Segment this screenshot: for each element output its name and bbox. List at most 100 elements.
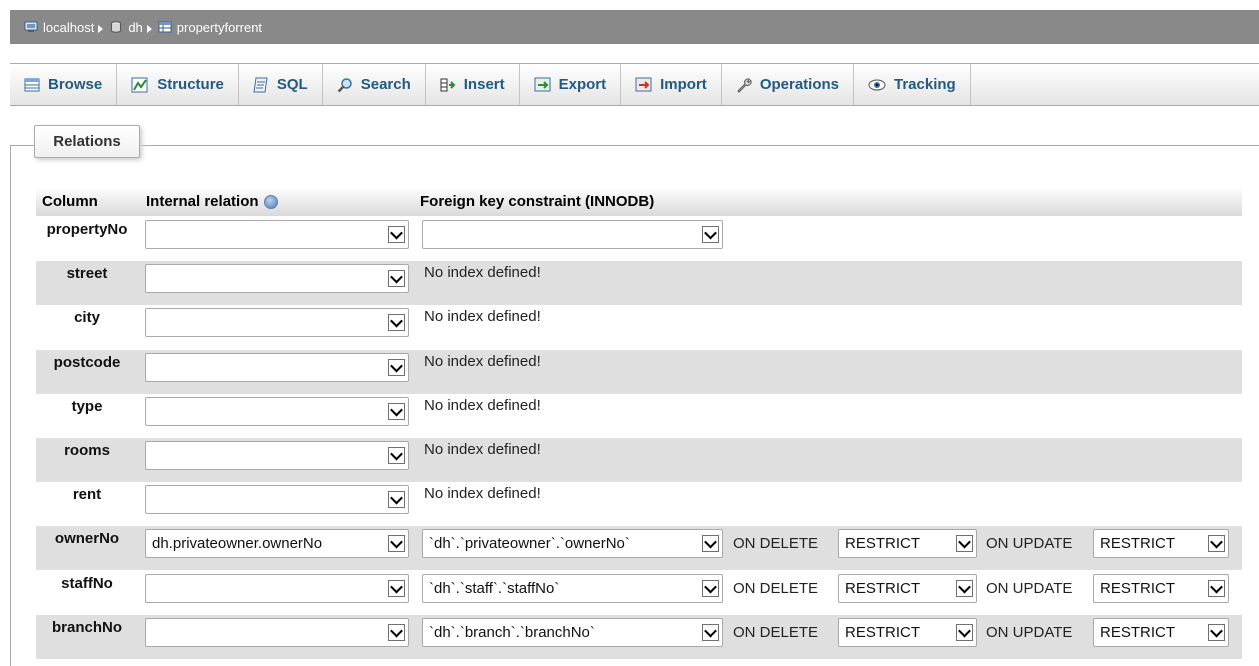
tab-tracking-label: Tracking (894, 76, 956, 93)
tab-tracking[interactable]: Tracking (854, 64, 971, 105)
column-name: street (66, 265, 108, 282)
header-internal-label: Internal relation (146, 193, 259, 210)
database-icon (111, 21, 122, 33)
relation-row: ownerNo dh.privateowner.ownerNo `dh`.`priv… (36, 526, 1242, 570)
tab-search[interactable]: Search (323, 64, 426, 105)
chevron-down-icon (1208, 624, 1225, 641)
wrench-icon (737, 77, 752, 93)
search-icon (337, 77, 352, 92)
chevron-down-icon (388, 491, 405, 508)
tab-export[interactable]: Export (520, 64, 622, 105)
on-delete-select-value: RESTRICT (845, 624, 920, 641)
tab-insert-label: Insert (463, 76, 505, 93)
chevron-down-icon (702, 535, 719, 552)
tab-sql[interactable]: SQL (239, 64, 323, 105)
on-update-label: ON UPDATE (986, 624, 1073, 641)
relation-row: propertyNo (36, 217, 1242, 261)
tab-insert[interactable]: Insert (426, 64, 520, 105)
on-update-select[interactable]: RESTRICT (1093, 618, 1229, 647)
internal-relation-select[interactable] (145, 485, 409, 514)
import-icon (635, 77, 652, 92)
no-index-text: No index defined! (424, 441, 541, 458)
breadcrumb-separator (98, 25, 104, 33)
chevron-down-icon (702, 580, 719, 597)
export-icon (534, 77, 551, 92)
internal-relation-select[interactable] (145, 574, 409, 603)
no-index-text: No index defined! (424, 264, 541, 281)
relation-row: type No index defined! (36, 394, 1242, 438)
column-name: postcode (53, 354, 121, 371)
on-delete-select[interactable]: RESTRICT (838, 574, 977, 603)
chevron-down-icon (388, 403, 405, 420)
on-delete-select[interactable]: RESTRICT (838, 618, 977, 647)
on-delete-label: ON DELETE (733, 580, 819, 597)
tab-browse-label: Browse (48, 76, 103, 93)
chevron-down-icon (956, 535, 973, 552)
breadcrumb: localhost dh propertyforrent (10, 10, 1259, 44)
chevron-down-icon (388, 580, 405, 597)
breadcrumb-separator (146, 25, 152, 33)
chevron-down-icon (388, 359, 405, 376)
column-name: branchNo (51, 619, 122, 636)
help-icon[interactable] (263, 194, 278, 209)
relation-row: street No index defined! (36, 261, 1242, 305)
relation-row: city No index defined! (36, 305, 1242, 349)
chevron-down-icon (702, 624, 719, 641)
internal-relation-select[interactable] (145, 264, 409, 293)
on-delete-select-value: RESTRICT (845, 580, 920, 597)
internal-relation-select[interactable] (145, 220, 409, 249)
on-update-select[interactable]: RESTRICT (1093, 529, 1229, 558)
tab-search-label: Search (360, 76, 411, 93)
breadcrumb-server[interactable]: localhost (24, 20, 94, 35)
table-icon (158, 21, 172, 33)
internal-relation-select[interactable] (145, 441, 409, 470)
foreign-key-select-value: `dh`.`branch`.`branchNo` (429, 624, 595, 641)
column-name: rent (72, 486, 102, 503)
tab-import-label: Import (660, 76, 707, 93)
tab-structure[interactable]: Structure (117, 64, 239, 105)
on-update-select-value: RESTRICT (1100, 624, 1175, 641)
breadcrumb-database[interactable]: dh (109, 20, 143, 35)
breadcrumb-table[interactable]: propertyforrent (158, 20, 262, 35)
on-update-select-value: RESTRICT (1100, 580, 1175, 597)
column-name: ownerNo (54, 530, 120, 547)
chevron-down-icon (388, 535, 405, 552)
header-internal-relation: Internal relation (146, 193, 278, 210)
chevron-down-icon (388, 226, 405, 243)
on-delete-select[interactable]: RESTRICT (838, 529, 977, 558)
tab-sql-label: SQL (276, 76, 308, 93)
table-tabs: Browse Structure SQL Search Insert Expor… (10, 63, 1259, 106)
server-icon (24, 21, 38, 32)
internal-relation-select[interactable] (145, 618, 409, 647)
foreign-key-select[interactable] (422, 220, 723, 249)
chevron-down-icon (956, 580, 973, 597)
structure-icon (131, 77, 148, 92)
tab-operations[interactable]: Operations (722, 64, 854, 105)
column-name: type (71, 398, 103, 415)
on-update-select[interactable]: RESTRICT (1093, 574, 1229, 603)
header-foreign-key: Foreign key constraint (INNODB) (420, 193, 655, 210)
no-index-text: No index defined! (424, 397, 541, 414)
relation-row: branchNo `dh`.`branch`.`branchNo` ON DELET… (36, 615, 1242, 659)
internal-relation-select[interactable]: dh.privateowner.ownerNo (145, 529, 409, 558)
tab-import[interactable]: Import (621, 64, 722, 105)
chevron-down-icon (388, 314, 405, 331)
internal-relation-select[interactable] (145, 308, 409, 337)
tab-operations-label: Operations (759, 76, 839, 93)
tab-browse[interactable]: Browse (10, 64, 118, 105)
column-name: city (74, 309, 100, 326)
no-index-text: No index defined! (424, 308, 541, 325)
column-name: propertyNo (46, 221, 128, 238)
insert-icon (440, 78, 456, 91)
chevron-down-icon (388, 447, 405, 464)
foreign-key-select-value: `dh`.`privateowner`.`ownerNo` (429, 535, 630, 552)
relations-header: Column Internal relation Foreign key con… (36, 187, 1242, 216)
internal-relation-select[interactable] (145, 397, 409, 426)
internal-relation-select[interactable] (145, 353, 409, 382)
on-delete-label: ON DELETE (733, 535, 819, 552)
foreign-key-select[interactable]: `dh`.`privateowner`.`ownerNo` (422, 529, 723, 558)
foreign-key-select[interactable]: `dh`.`staff`.`staffNo` (422, 574, 723, 603)
chevron-down-icon (1208, 535, 1225, 552)
on-delete-select-value: RESTRICT (845, 535, 920, 552)
foreign-key-select[interactable]: `dh`.`branch`.`branchNo` (422, 618, 723, 647)
